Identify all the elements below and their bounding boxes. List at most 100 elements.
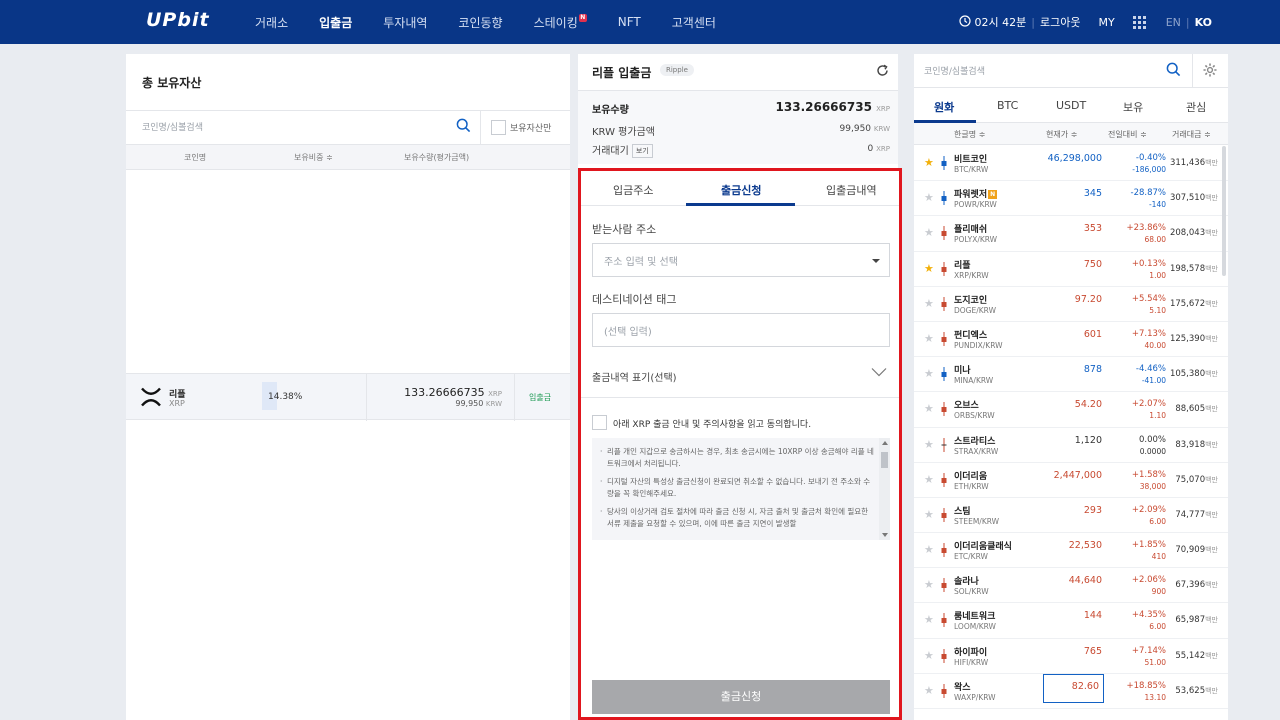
refresh-icon[interactable]	[876, 64, 889, 80]
search-icon[interactable]	[1166, 62, 1181, 80]
coin-name[interactable]: 미나	[954, 363, 971, 376]
star-icon[interactable]: ★	[924, 367, 934, 380]
table-row[interactable]: ★ 파워렛저 N POWR/KRW 345 -28.87% -140 307,510백만	[914, 181, 1228, 217]
star-icon[interactable]: ★	[924, 226, 934, 239]
chevron-down-icon[interactable]	[871, 367, 887, 380]
coin-name[interactable]: 왁스	[954, 680, 971, 693]
upbit-logo[interactable]: UPbit	[146, 9, 210, 31]
star-icon[interactable]: ★	[924, 262, 934, 275]
tab-deposit-address[interactable]: 입금주소	[613, 182, 653, 198]
session-timer[interactable]: 02시 42분	[975, 14, 1027, 30]
nav-deposit-withdraw[interactable]: 입출금	[319, 14, 352, 31]
col-volume[interactable]: 거래대금 ≑	[1172, 129, 1211, 140]
scroll-down-icon[interactable]	[882, 533, 888, 537]
notice-scrollbar[interactable]	[879, 438, 890, 540]
assets-search-input[interactable]: 코인명/심볼검색	[142, 120, 203, 133]
table-row[interactable]: ★ 솔라나 SOL/KRW 44,640 +2.06% 900 67,396백만	[914, 568, 1228, 604]
recipient-address-select[interactable]: 주소 입력 및 선택	[592, 243, 890, 277]
tab-withdraw-request[interactable]: 출금신청	[721, 182, 761, 198]
coin-name[interactable]: 리플	[954, 258, 971, 271]
deposit-withdraw-link[interactable]: 입출금	[529, 392, 551, 403]
table-row[interactable]: ★ 도지코인 DOGE/KRW 97.20 +5.54% 5.10 175,672백만	[914, 287, 1228, 322]
table-row[interactable]: ★ 비트코인 BTC/KRW 46,298,000 -0.40% -186,000 311,…	[914, 146, 1228, 182]
market-settings-button[interactable]	[1192, 54, 1228, 87]
apps-grid-icon[interactable]	[1132, 15, 1146, 29]
star-icon[interactable]: ★	[924, 402, 934, 415]
star-icon[interactable]: ★	[924, 297, 934, 310]
coin-name[interactable]: 룸네트워크	[954, 609, 995, 622]
star-icon[interactable]: ★	[924, 543, 934, 556]
table-row[interactable]: ★ 하이파이 HIFI/KRW 765 +7.14% 51.00 55,142백만	[914, 639, 1228, 674]
nav-investments[interactable]: 투자내역	[383, 14, 427, 31]
coin-name[interactable]: 하이파이	[954, 645, 987, 658]
table-row[interactable]: ★ 폴리매쉬 POLYX/KRW 353 +23.86% 68.00 208,043백만	[914, 216, 1228, 252]
table-row[interactable]: ★ 이더리움클래식 ETC/KRW 22,530 +1.85% 410 70,909백만	[914, 533, 1228, 569]
dest-tag-input[interactable]: (선택 입력)	[592, 313, 890, 347]
table-row[interactable]: ★ 룸네트워크 LOOM/KRW 144 +4.35% 6.00 65,987백만	[914, 603, 1228, 639]
coin-name[interactable]: 스트라티스	[954, 434, 995, 447]
coin-name[interactable]: 도지코인	[954, 293, 987, 306]
star-icon[interactable]: ★	[924, 473, 934, 486]
scroll-thumb[interactable]	[881, 452, 888, 468]
coin-name[interactable]: 스팀	[954, 504, 971, 517]
star-icon[interactable]: ★	[924, 684, 934, 697]
lang-en-link[interactable]: EN	[1166, 16, 1181, 29]
tab-owned[interactable]: 보유	[1123, 99, 1143, 115]
nav-coin-trends[interactable]: 코인동향	[458, 14, 502, 31]
nav-nft[interactable]: NFT	[618, 15, 641, 29]
col-change[interactable]: 전일대비 ≑	[1108, 129, 1147, 140]
owned-only-toggle[interactable]: 보유자산만	[480, 110, 570, 144]
nav-customer-center[interactable]: 고객센터	[672, 14, 716, 31]
table-row[interactable]: ★ 펀디엑스 PUNDIX/KRW 601 +7.13% 40.00 125,390백만	[914, 322, 1228, 358]
search-icon[interactable]	[456, 118, 471, 136]
my-page-link[interactable]: MY	[1098, 16, 1114, 29]
star-icon[interactable]: ★	[924, 332, 934, 345]
table-row[interactable]: ★ 이더리움 ETH/KRW 2,447,000 +1.58% 38,000 75,070백…	[914, 463, 1228, 498]
agree-checkbox[interactable]	[592, 415, 607, 430]
star-icon[interactable]: ★	[924, 578, 934, 591]
coin-name[interactable]: 파워렛저 N	[954, 187, 998, 200]
logout-link[interactable]: 로그아웃	[1040, 14, 1080, 30]
table-row[interactable]: ★ 왁스 WAXP/KRW 82.60 +18.85% 13.10 53,625백만	[914, 673, 1228, 709]
lang-ko-link[interactable]: KO	[1195, 16, 1212, 29]
tab-favorites[interactable]: 관심	[1186, 99, 1206, 115]
market-search-input[interactable]: 코인명/심볼검색	[924, 64, 985, 77]
table-row[interactable]: 리플 XRP 14.38% 133.26666735 XRP 99,950 KR…	[126, 373, 570, 421]
coin-price[interactable]: 82.60	[1042, 673, 1104, 703]
coin-name[interactable]: 이더리움	[954, 469, 987, 482]
market-scrollbar[interactable]	[1222, 146, 1226, 276]
tab-krw[interactable]: 원화	[934, 99, 954, 115]
coin-name[interactable]: 이더리움클래식	[954, 539, 1012, 552]
col-coin-name[interactable]: 코인명	[184, 152, 206, 163]
nav-exchange[interactable]: 거래소	[255, 14, 288, 31]
coin-name[interactable]: 오브스	[954, 398, 979, 411]
col-korean-name[interactable]: 한글명 ≑	[954, 129, 985, 140]
pending-view-button[interactable]: 보기	[631, 144, 653, 158]
memo-toggle-label[interactable]: 출금내역 표기(선택)	[592, 369, 677, 384]
star-icon[interactable]: ★	[924, 191, 934, 204]
star-icon[interactable]: ★	[924, 156, 934, 169]
nav-staking[interactable]: 스테이킹 N	[534, 13, 587, 31]
tab-usdt[interactable]: USDT	[1056, 99, 1086, 112]
table-row[interactable]: ★ 리플 XRP/KRW 750 +0.13% 1.00 198,578백만	[914, 252, 1228, 287]
col-price[interactable]: 현재가 ≑	[1046, 129, 1077, 140]
table-row[interactable]: ★ 스트라티스 STRAX/KRW 1,120 0.00% 0.0000 83,918백만	[914, 428, 1228, 463]
star-icon[interactable]: ★	[924, 508, 934, 521]
coin-name[interactable]: 폴리매쉬	[954, 222, 987, 235]
table-row[interactable]: ★ 스팀 STEEM/KRW 293 +2.09% 6.00 74,777백만	[914, 498, 1228, 534]
tab-history[interactable]: 입출금내역	[826, 182, 877, 198]
star-icon[interactable]: ★	[924, 438, 934, 451]
table-row[interactable]: ★ 미나 MINA/KRW 878 -4.46% -41.00 105,380백만	[914, 357, 1228, 393]
agree-label[interactable]: 아래 XRP 출금 안내 및 주의사항을 읽고 동의합니다.	[613, 417, 811, 430]
star-icon[interactable]: ★	[924, 649, 934, 662]
scroll-up-icon[interactable]	[882, 441, 888, 445]
owned-only-checkbox[interactable]	[491, 119, 506, 135]
coin-name[interactable]: 펀디엑스	[954, 328, 987, 341]
table-row[interactable]: ★ 오브스 ORBS/KRW 54.20 +2.07% 1.10 88,605백만	[914, 392, 1228, 428]
col-share[interactable]: 보유비중 ≑	[294, 152, 333, 163]
coin-name[interactable]: 솔라나	[954, 574, 979, 587]
coin-name[interactable]: 비트코인	[954, 152, 987, 165]
star-icon[interactable]: ★	[924, 613, 934, 626]
tab-btc[interactable]: BTC	[997, 99, 1018, 112]
withdraw-submit-button[interactable]: 출금신청	[592, 680, 890, 714]
